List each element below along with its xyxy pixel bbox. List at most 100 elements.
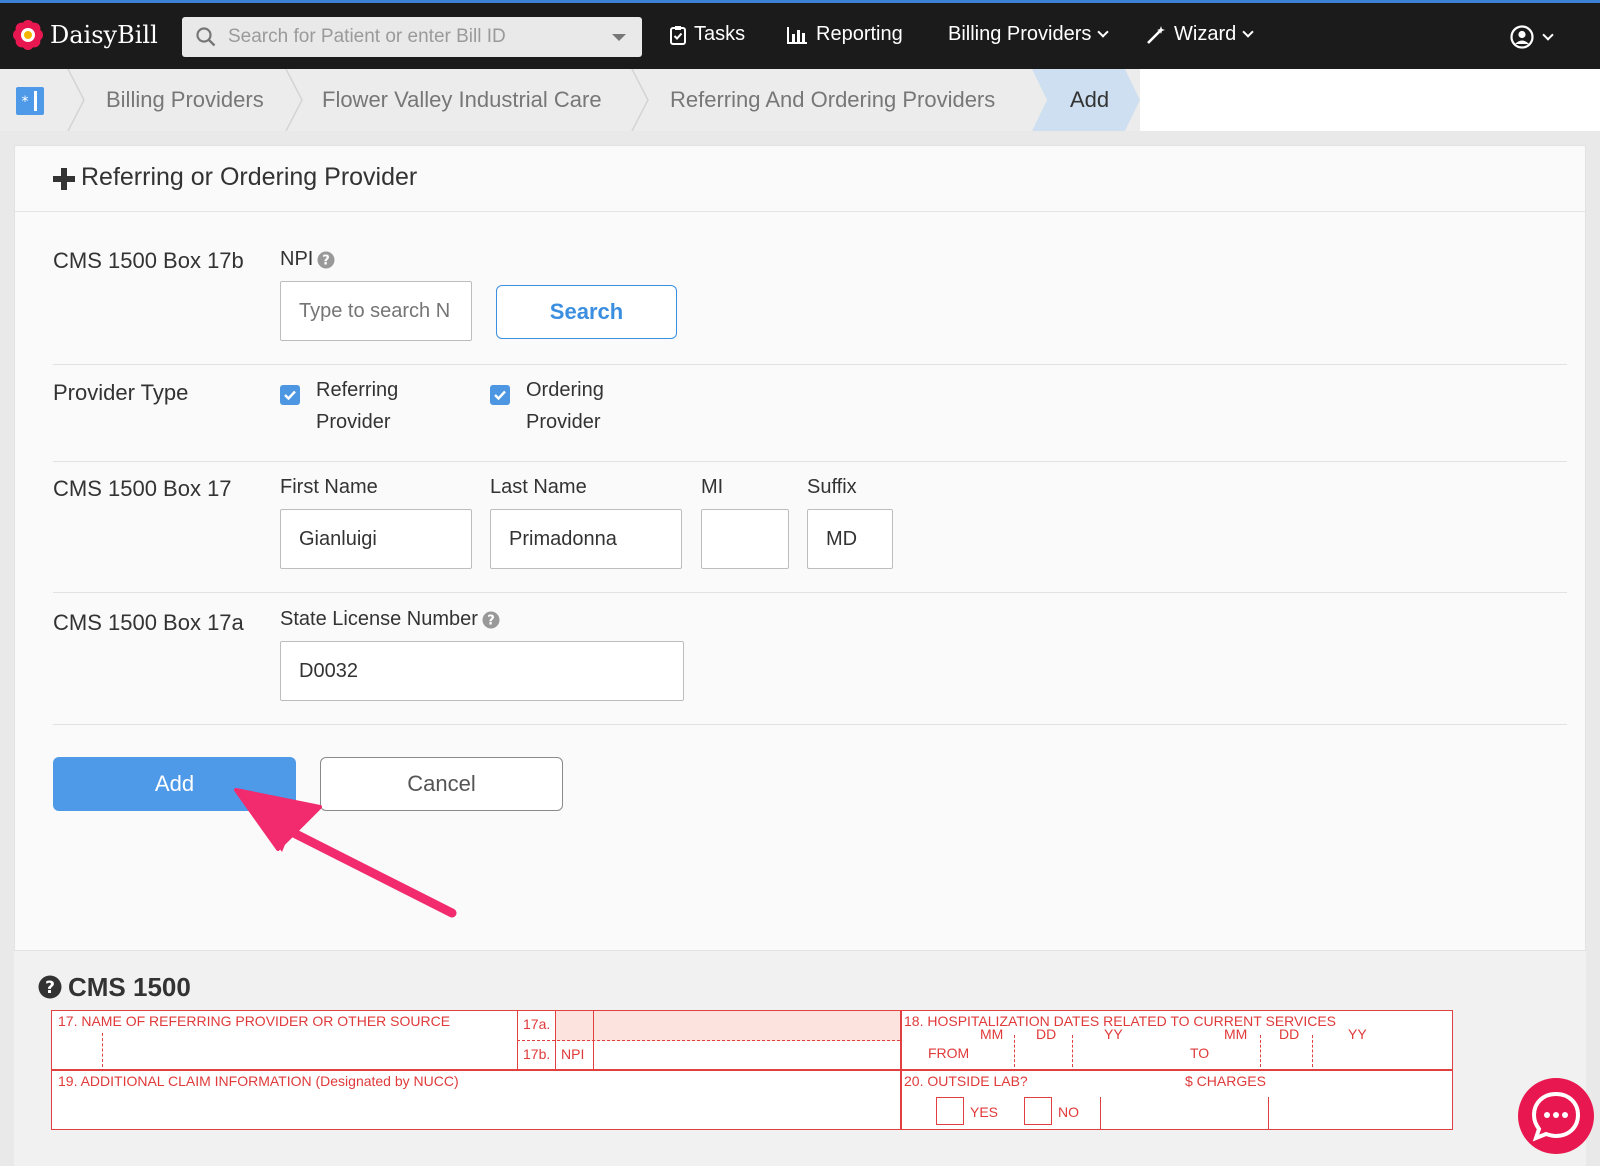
form-dash <box>1260 1035 1261 1067</box>
outside-lab-no-box <box>1024 1097 1052 1125</box>
dd2-text: DD <box>1279 1026 1300 1042</box>
breadcrumb-referring-ordering[interactable]: Referring And Ordering Providers <box>670 69 995 131</box>
charges-text: $ CHARGES <box>1185 1073 1266 1089</box>
nav-billing-providers[interactable]: Billing Providers <box>948 23 1110 46</box>
no-text: NO <box>1058 1104 1079 1120</box>
npi-label-text: NPI <box>280 248 314 270</box>
nav-wizard-label: Wizard <box>1174 23 1237 45</box>
npi-text: NPI <box>561 1046 585 1062</box>
box-17a-label: CMS 1500 Box 17a <box>53 610 244 635</box>
breadcrumb-flower-valley[interactable]: Flower Valley Industrial Care <box>322 69 602 131</box>
question-circle-icon[interactable]: ? <box>482 611 500 629</box>
breadcrumb-billing-providers[interactable]: Billing Providers <box>106 69 264 131</box>
highlight-17a <box>555 1011 900 1041</box>
box19-text: 19. ADDITIONAL CLAIM INFORMATION (Design… <box>58 1073 459 1089</box>
yy1-text: YY <box>1104 1026 1123 1042</box>
outside-lab-yes-box <box>936 1097 964 1125</box>
app-name: DaisyBill <box>50 21 158 49</box>
divider <box>53 724 1567 725</box>
plus-icon <box>53 168 75 190</box>
first-name-input[interactable]: Gianluigi <box>280 509 472 569</box>
form-line <box>1268 1097 1269 1129</box>
svg-text:?: ? <box>487 613 495 628</box>
ordering-provider-line2: Provider <box>526 411 601 433</box>
chevron-down-icon <box>1542 28 1554 41</box>
svg-text:?: ? <box>45 978 55 998</box>
breadcrumb-separator <box>631 69 649 131</box>
divider <box>53 364 1567 365</box>
breadcrumb-filler <box>1140 69 1600 131</box>
search-placeholder: Search for Patient or enter Bill ID <box>228 26 506 47</box>
search-icon <box>196 27 216 47</box>
user-menu[interactable] <box>1510 25 1554 49</box>
top-navbar: DaisyBill Search for Patient or enter Bi… <box>0 0 1600 69</box>
npi-label: NPI? <box>280 248 335 271</box>
state-license-label-text: State License Number <box>280 608 478 630</box>
form-dash <box>517 1040 900 1041</box>
patient-search-input[interactable]: Search for Patient or enter Bill ID <box>182 17 642 57</box>
form-line <box>52 1069 1452 1071</box>
to-text: TO <box>1190 1045 1210 1061</box>
state-license-input[interactable]: D0032 <box>280 641 684 701</box>
cancel-button[interactable]: Cancel <box>320 757 563 811</box>
form-dash <box>1072 1035 1073 1067</box>
form-dash <box>102 1033 103 1067</box>
npi-search-button[interactable]: Search <box>496 285 677 339</box>
chat-widget-button[interactable] <box>1518 1078 1594 1154</box>
svg-text:*: * <box>22 94 29 110</box>
check-icon <box>494 390 506 401</box>
nav-reporting-label: Reporting <box>816 23 903 45</box>
npi-search-input[interactable] <box>280 281 472 341</box>
yes-text: YES <box>970 1104 999 1120</box>
caret-down-icon[interactable] <box>612 33 626 41</box>
mm2-text: MM <box>1224 1026 1248 1042</box>
chevron-down-icon <box>1242 26 1254 38</box>
referring-provider-line2: Provider <box>316 411 391 433</box>
referring-provider-line1: Referring <box>316 379 399 401</box>
user-circle-icon <box>1510 25 1534 49</box>
daisybill-logo[interactable]: DaisyBill <box>12 19 158 51</box>
first-name-label: First Name <box>280 476 378 498</box>
form-line <box>1100 1097 1101 1129</box>
ordering-provider-checkbox[interactable] <box>490 385 510 405</box>
nav-billing-providers-label: Billing Providers <box>948 23 1092 45</box>
divider <box>53 461 1567 462</box>
form-dash <box>1312 1035 1313 1067</box>
breadcrumb: * Billing Providers Flower Valley Indust… <box>0 69 1600 131</box>
daisy-flower-icon <box>13 20 43 50</box>
bar-chart-icon <box>787 26 807 44</box>
nav-reporting[interactable]: Reporting <box>786 23 903 46</box>
box17a-text: 17a. <box>523 1016 551 1032</box>
clipboard-check-icon <box>670 25 686 45</box>
mi-input[interactable] <box>701 509 789 569</box>
nav-tasks-label: Tasks <box>694 23 746 45</box>
ordering-provider-label[interactable]: Ordering Provider <box>526 374 646 438</box>
box17-text: 17. NAME OF REFERRING PROVIDER OR OTHER … <box>58 1013 451 1029</box>
box20-text: 20. OUTSIDE LAB? <box>904 1073 1028 1089</box>
referring-provider-label[interactable]: Referring Provider <box>316 374 436 438</box>
last-name-input[interactable]: Primadonna <box>490 509 682 569</box>
home-icon[interactable]: * <box>16 87 44 115</box>
suffix-input[interactable]: MD <box>807 509 893 569</box>
add-button[interactable]: Add <box>53 757 296 811</box>
ordering-provider-line1: Ordering <box>526 379 604 401</box>
svg-text:?: ? <box>323 253 331 268</box>
nav-tasks[interactable]: Tasks <box>670 23 745 46</box>
dd1-text: DD <box>1036 1026 1057 1042</box>
breadcrumb-separator <box>67 69 85 131</box>
question-circle-icon[interactable]: ? <box>38 975 62 999</box>
state-license-label: State License Number? <box>280 608 500 631</box>
divider <box>53 592 1567 593</box>
chevron-down-icon <box>1097 26 1110 38</box>
provider-type-label: Provider Type <box>53 380 189 405</box>
question-circle-icon[interactable]: ? <box>317 251 335 269</box>
mm1-text: MM <box>980 1026 1004 1042</box>
magic-wand-icon <box>1147 25 1165 44</box>
cms1500-title: CMS 1500 <box>68 972 191 1002</box>
nav-wizard[interactable]: Wizard <box>1146 23 1254 46</box>
yy2-text: YY <box>1348 1026 1367 1042</box>
referring-provider-checkbox[interactable] <box>280 385 300 405</box>
box-17b-label: CMS 1500 Box 17b <box>53 248 244 273</box>
form-dash <box>1014 1035 1015 1067</box>
chat-bubble-icon <box>1531 1091 1581 1142</box>
